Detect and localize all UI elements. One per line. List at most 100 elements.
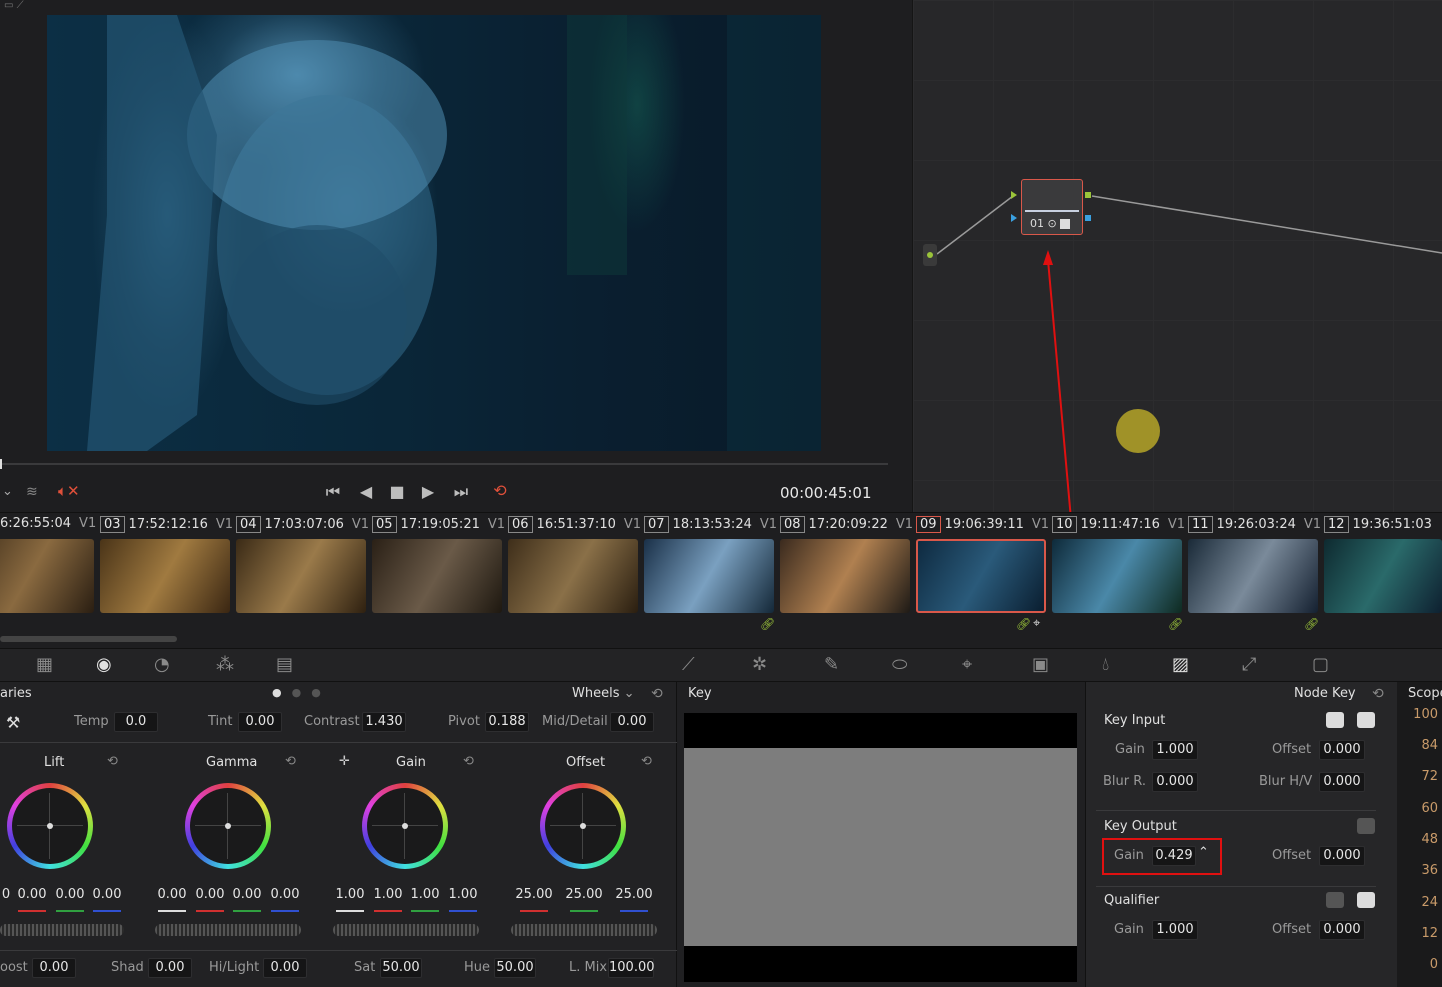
mid-detail-field[interactable]: 0.00: [610, 712, 654, 732]
curves-icon[interactable]: ⟋: [682, 654, 695, 675]
key-input-gain-field[interactable]: 1.000: [1152, 740, 1198, 760]
gamma-reset-icon[interactable]: ⟲: [285, 754, 296, 769]
clip-thumbnail[interactable]: [0, 539, 94, 613]
shadow-field[interactable]: 0.00: [148, 958, 192, 978]
window-icon[interactable]: ⬭: [892, 654, 907, 675]
lift-b-field[interactable]: 0.00: [91, 886, 123, 906]
node-key-input[interactable]: [1011, 214, 1017, 222]
key-output-offset-field[interactable]: 0.000: [1319, 846, 1365, 866]
stop-icon[interactable]: ■: [383, 482, 411, 501]
lift-wheel[interactable]: [7, 783, 93, 869]
gamma-r-field[interactable]: 0.00: [194, 886, 226, 906]
scrubber-track[interactable]: [0, 463, 888, 465]
contrast-field[interactable]: 1.430: [362, 712, 406, 732]
mute-icon[interactable]: 🔈︎✕: [58, 482, 80, 500]
clip-header[interactable]: 12 19:36:51:03: [1324, 516, 1432, 538]
gamma-g-field[interactable]: 0.00: [231, 886, 263, 906]
viewer-frame[interactable]: [47, 15, 821, 451]
offset-r-field[interactable]: 25.00: [514, 886, 554, 906]
offset-g-field[interactable]: 25.00: [564, 886, 604, 906]
gamma-wheel[interactable]: [185, 783, 271, 869]
sizing-icon[interactable]: ⤢: [1242, 654, 1256, 675]
clip-thumbnail-selected[interactable]: [916, 539, 1046, 613]
qualifier-gain-field[interactable]: 1.000: [1152, 920, 1198, 940]
color-warper-icon[interactable]: ✲: [752, 654, 767, 675]
clip-header[interactable]: 03 17:52:12:16 V1: [100, 516, 233, 538]
clip-header-selected[interactable]: 09 19:06:39:11 V1: [916, 516, 1049, 538]
key-output-toggle[interactable]: [1357, 818, 1375, 834]
timeline-scrollbar[interactable]: [0, 636, 177, 642]
clip-thumbnail[interactable]: [372, 539, 502, 613]
key-input-invert-toggle[interactable]: [1326, 712, 1344, 728]
offset-reset-icon[interactable]: ⟲: [641, 754, 652, 769]
highlight-field[interactable]: 0.00: [263, 958, 307, 978]
offset-b-field[interactable]: 25.00: [614, 886, 654, 906]
key-output-gain-field[interactable]: 0.429: [1152, 846, 1196, 866]
clip-header[interactable]: 11 19:26:03:24 V1: [1188, 516, 1321, 538]
boost-field[interactable]: 0.00: [32, 958, 76, 978]
gain-r-field[interactable]: 1.00: [372, 886, 404, 906]
lift-g-field[interactable]: 0.00: [54, 886, 86, 906]
loop-icon[interactable]: ⟲: [486, 481, 514, 500]
lift-r-field[interactable]: 0.00: [16, 886, 48, 906]
qualifier-invert-toggle[interactable]: [1326, 892, 1344, 908]
clip-thumbnail[interactable]: [508, 539, 638, 613]
layers-icon[interactable]: ≋: [26, 484, 38, 500]
reset-icon[interactable]: ⟲: [651, 686, 663, 702]
page-dots[interactable]: ●●●: [272, 686, 331, 699]
color-wheels-icon[interactable]: ◉: [96, 654, 112, 675]
gain-master-wheel[interactable]: [333, 924, 479, 936]
key-input-mask-toggle[interactable]: [1357, 712, 1375, 728]
clip-thumbnail[interactable]: [644, 539, 774, 613]
key-input-offset-field[interactable]: 0.000: [1319, 740, 1365, 760]
clip-thumbnail[interactable]: [100, 539, 230, 613]
clip-header[interactable]: 10 19:11:47:16 V1: [1052, 516, 1185, 538]
qualifier-icon[interactable]: ✎: [824, 654, 839, 675]
3d-icon[interactable]: ▢: [1312, 654, 1329, 675]
play-icon[interactable]: ▶: [414, 482, 442, 501]
clip-header[interactable]: 08 17:20:09:22 V1: [780, 516, 913, 538]
saturation-field[interactable]: 50.00: [380, 958, 422, 978]
blur-icon[interactable]: 💧︎: [1102, 654, 1109, 675]
clip-thumbnail[interactable]: [780, 539, 910, 613]
picker-icon[interactable]: ⚒: [6, 713, 20, 732]
gain-g-field[interactable]: 1.00: [409, 886, 441, 906]
clip-header[interactable]: 05 17:19:05:21 V1: [372, 516, 505, 538]
skip-to-end-icon[interactable]: ⏭︎: [447, 482, 475, 502]
reset-icon[interactable]: ⟲: [1372, 686, 1384, 702]
lift-master-wheel[interactable]: [0, 924, 124, 936]
gain-y-field[interactable]: 1.00: [334, 886, 366, 906]
offset-wheel[interactable]: [540, 783, 626, 869]
gamma-master-wheel[interactable]: [155, 924, 301, 936]
skip-to-start-icon[interactable]: ⏮︎: [319, 482, 347, 502]
gain-b-field[interactable]: 1.00: [447, 886, 479, 906]
motion-effects-icon[interactable]: ▤: [276, 654, 293, 675]
clip-thumbnail[interactable]: [1188, 539, 1318, 613]
offset-master-wheel[interactable]: [511, 924, 657, 936]
gamma-y-field[interactable]: 0.00: [156, 886, 188, 906]
chevron-up-icon[interactable]: ⌃: [1198, 845, 1209, 860]
tracker-icon[interactable]: ⌖: [962, 654, 972, 675]
clip-thumbnail[interactable]: [1324, 539, 1442, 613]
playhead[interactable]: [0, 459, 2, 469]
clip-thumbnail[interactable]: [1052, 539, 1182, 613]
qualifier-mask-toggle[interactable]: [1357, 892, 1375, 908]
clip-header[interactable]: 04 17:03:07:06 V1: [236, 516, 369, 538]
tint-field[interactable]: 0.00: [238, 712, 282, 732]
blur-radius-field[interactable]: 0.000: [1152, 772, 1198, 792]
blur-hv-field[interactable]: 0.000: [1319, 772, 1365, 792]
viewer-top-icons[interactable]: ▭ ⟋: [4, 0, 44, 11]
mode-dropdown[interactable]: Wheels ⌄: [572, 686, 635, 710]
rgb-mixer-icon[interactable]: ⁂: [216, 654, 234, 675]
lift-reset-icon[interactable]: ⟲: [107, 754, 118, 769]
clip-header[interactable]: 07 18:13:53:24 V1: [644, 516, 777, 538]
qualifier-offset-field[interactable]: 0.000: [1319, 920, 1365, 940]
play-reverse-icon[interactable]: ◀: [352, 482, 380, 501]
gain-reset-icon[interactable]: ⟲: [463, 754, 474, 769]
key-icon[interactable]: ▨: [1172, 654, 1189, 675]
node-key-output[interactable]: [1085, 215, 1091, 221]
lum-mix-field[interactable]: 100.00: [608, 958, 655, 978]
temp-field[interactable]: 0.0: [114, 712, 158, 732]
clip-thumbnail[interactable]: [236, 539, 366, 613]
magic-mask-icon[interactable]: ▣: [1032, 654, 1049, 675]
